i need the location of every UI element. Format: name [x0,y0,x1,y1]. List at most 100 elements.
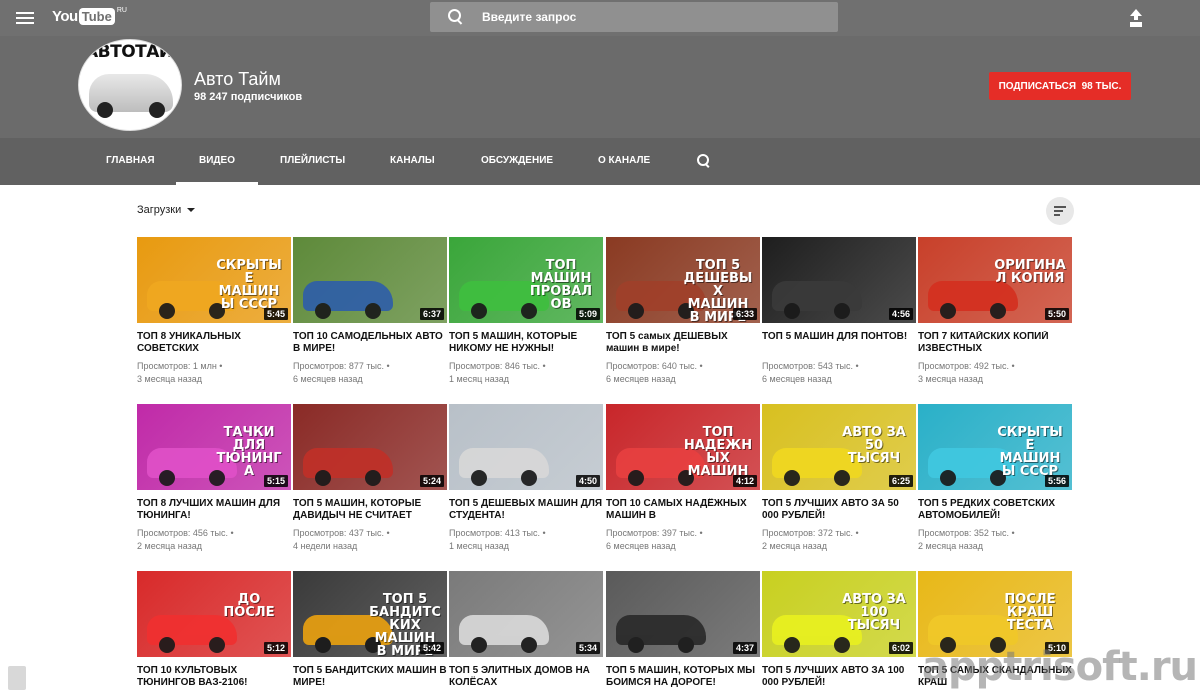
video-thumbnail[interactable]: 4:56 [762,237,916,323]
video-meta: Просмотров: 543 тыс. • 6 месяцев назад [762,360,916,386]
video-title[interactable]: ТОП 5 ЛУЧШИХ АВТО ЗА 50 000 РУБЛЕЙ! [762,498,916,522]
video-card[interactable]: АВТО ЗА 50 ТЫСЯЧ 6:25 ТОП 5 ЛУЧШИХ АВТО ЗА… [762,404,916,553]
tab-home[interactable]: ГЛАВНАЯ [106,138,155,185]
video-card[interactable]: ТАЧКИ ДЛЯ ТЮНИНГА 5:15 ТОП 8 ЛУЧШИХ МАШИН … [137,404,291,553]
video-title[interactable]: ТОП 5 МАШИН, КОТОРЫЕ НИКОМУ НЕ НУЖНЫ! [449,331,603,355]
video-card[interactable]: ДО ПОСЛЕ 5:12 ТОП 10 КУЛЬТОВЫХ ТЮНИНГОВ ВА… [137,571,291,694]
thumbnail-car-image [303,281,393,319]
video-card[interactable]: ТОП 5 БАНДИТСКИХ МАШИН В МИРЕ 5:42 ТОП 5 Б… [293,571,447,694]
video-title[interactable]: ТОП 5 ЭЛИТНЫХ ДОМОВ НА КОЛЁСАХ [449,665,603,689]
video-thumbnail[interactable]: ТОП МАШИН ПРОВАЛОВ 5:09 [449,237,603,323]
video-duration: 5:24 [419,475,444,487]
video-title[interactable]: ТОП 5 МАШИН, КОТОРЫЕ ДАВИДЫЧ НЕ СЧИТАЕТ [293,498,447,522]
channel-name: Авто Тайм [194,69,281,89]
video-views: Просмотров: 492 тыс. • [918,361,1015,371]
video-date: 3 месяца назад [137,374,202,384]
video-thumbnail[interactable]: ТОП 5 БАНДИТСКИХ МАШИН В МИРЕ 5:42 [293,571,447,657]
video-duration: 5:09 [575,308,600,320]
video-meta: Просмотров: 846 тыс. • 1 месяц назад [449,360,603,386]
caret-down-icon [187,208,196,212]
video-duration: 6:37 [419,308,444,320]
video-title[interactable]: ТОП 5 ЛУЧШИХ АВТО ЗА 100 000 РУБЛЕЙ! [762,665,916,689]
tab-playlists[interactable]: ПЛЕЙЛИСТЫ [280,138,345,185]
upload-icon[interactable] [1128,9,1144,25]
video-duration: 5:12 [263,642,288,654]
thumbnail-caption: ДО ПОСЛЕ [223,592,275,620]
thumbnail-caption: СКРЫТЫЕ МАШИНЫ СССР [997,425,1063,479]
thumbnail-caption: АВТО ЗА 50 ТЫСЯЧ [842,425,906,466]
video-card[interactable]: АВТО ЗА 100 ТЫСЯЧ 6:02 ТОП 5 ЛУЧШИХ АВТО З… [762,571,916,694]
tab-videos[interactable]: ВИДЕО [176,138,258,185]
youtube-logo[interactable]: You Tube RU [52,7,127,28]
tab-about[interactable]: О КАНАЛЕ [598,138,650,185]
video-card[interactable]: ТОП НАДЕЖНЫХ МАШИН 4:12 ТОП 10 САМЫХ НАДЁЖ… [606,404,760,553]
video-card[interactable]: 6:37 ТОП 10 САМОДЕЛЬНЫХ АВТО В МИРЕ! Просм… [293,237,447,386]
video-views: Просмотров: 1 млн • [137,361,223,371]
video-title[interactable]: ТОП 7 КИТАЙСКИХ КОПИЙ ИЗВЕСТНЫХ [918,331,1072,355]
video-views: Просмотров: 352 тыс. • [918,528,1015,538]
video-title[interactable]: ТОП 10 САМЫХ НАДЁЖНЫХ МАШИН В [606,498,760,522]
video-duration: 4:37 [732,642,757,654]
video-date: 6 месяцев назад [606,374,676,384]
tab-channels[interactable]: КАНАЛЫ [390,138,435,185]
video-title[interactable]: ТОП 10 КУЛЬТОВЫХ ТЮНИНГОВ ВАЗ-2106! [137,665,291,689]
video-card[interactable]: 4:56 ТОП 5 МАШИН ДЛЯ ПОНТОВ! Просмотров: 5… [762,237,916,386]
thumbnail-caption: ТАЧКИ ДЛЯ ТЮНИНГА [216,425,282,479]
sort-icon[interactable] [1046,197,1074,225]
video-thumbnail[interactable]: АВТО ЗА 50 ТЫСЯЧ 6:25 [762,404,916,490]
video-meta: Просмотров: 372 тыс. • 2 месяца назад [762,527,916,553]
video-card[interactable]: СКРЫТЫЕ МАШИНЫ СССР 5:45 ТОП 8 УНИКАЛЬНЫХ … [137,237,291,386]
video-thumbnail[interactable]: 4:50 [449,404,603,490]
tab-discussion[interactable]: ОБСУЖДЕНИЕ [481,138,553,185]
hamburger-menu-icon[interactable] [16,9,34,27]
video-thumbnail[interactable]: ТОП 5 ДЕШЕВЫХ МАШИН В МИРЕ 6:33 [606,237,760,323]
video-thumbnail[interactable]: ОРИГИНАЛ КОПИЯ 5:50 [918,237,1072,323]
uploads-dropdown[interactable]: Загрузки [137,204,196,216]
video-meta: Просмотров: 456 тыс. • 2 месяца назад [137,527,291,553]
video-thumbnail[interactable]: 6:37 [293,237,447,323]
video-title[interactable]: ТОП 10 САМОДЕЛЬНЫХ АВТО В МИРЕ! [293,331,447,355]
thumbnail-car-image [616,615,706,653]
video-duration: 5:34 [575,642,600,654]
video-card[interactable]: ОРИГИНАЛ КОПИЯ 5:50 ТОП 7 КИТАЙСКИХ КОПИЙ … [918,237,1072,386]
subscribe-button[interactable]: ПОДПИСАТЬСЯ 98 ТЫС. [989,72,1131,100]
video-card[interactable]: 5:24 ТОП 5 МАШИН, КОТОРЫЕ ДАВИДЫЧ НЕ СЧИТ… [293,404,447,553]
thumbnail-caption: ОРИГИНАЛ КОПИЯ [994,258,1066,286]
thumbnail-caption: АВТО ЗА 100 ТЫСЯЧ [842,592,906,633]
video-thumbnail[interactable]: АВТО ЗА 100 ТЫСЯЧ 6:02 [762,571,916,657]
video-card[interactable]: 5:34 ТОП 5 ЭЛИТНЫХ ДОМОВ НА КОЛЁСАХ [449,571,603,694]
video-thumbnail[interactable]: 5:34 [449,571,603,657]
search-box[interactable] [430,2,838,32]
video-title[interactable]: ТОП 8 УНИКАЛЬНЫХ СОВЕТСКИХ [137,331,291,355]
video-thumbnail[interactable]: 4:37 [606,571,760,657]
video-card[interactable]: СКРЫТЫЕ МАШИНЫ СССР 5:56 ТОП 5 РЕДКИХ СОВЕ… [918,404,1072,553]
video-title[interactable]: ТОП 8 ЛУЧШИХ МАШИН ДЛЯ ТЮНИНГА! [137,498,291,522]
video-title[interactable]: ТОП 5 МАШИН ДЛЯ ПОНТОВ! [762,331,916,355]
video-thumbnail[interactable]: СКРЫТЫЕ МАШИНЫ СССР 5:56 [918,404,1072,490]
video-thumbnail[interactable]: ТОП НАДЕЖНЫХ МАШИН 4:12 [606,404,760,490]
video-title[interactable]: ТОП 5 самых ДЕШЕВЫХ машин в мире! [606,331,760,355]
video-title[interactable]: ТОП 5 МАШИН, КОТОРЫХ МЫ БОИМСЯ НА ДОРОГЕ… [606,665,760,689]
video-card[interactable]: ТОП МАШИН ПРОВАЛОВ 5:09 ТОП 5 МАШИН, КОТОР… [449,237,603,386]
video-thumbnail[interactable]: ДО ПОСЛЕ 5:12 [137,571,291,657]
watermark: apptrisoft.ru [922,644,1198,690]
channel-search-icon[interactable] [697,154,711,168]
video-meta: Просмотров: 437 тыс. • 4 недели назад [293,527,447,553]
video-date: 6 месяцев назад [293,374,363,384]
video-duration: 5:45 [263,308,288,320]
video-thumbnail[interactable]: ТАЧКИ ДЛЯ ТЮНИНГА 5:15 [137,404,291,490]
video-duration: 5:56 [1044,475,1069,487]
video-title[interactable]: ТОП 5 ДЕШЕВЫХ МАШИН ДЛЯ СТУДЕНТА! [449,498,603,522]
video-card[interactable]: 4:50 ТОП 5 ДЕШЕВЫХ МАШИН ДЛЯ СТУДЕНТА! Про… [449,404,603,553]
search-input[interactable] [482,10,822,24]
video-thumbnail[interactable]: 5:24 [293,404,447,490]
video-card[interactable]: ТОП 5 ДЕШЕВЫХ МАШИН В МИРЕ 6:33 ТОП 5 самы… [606,237,760,386]
video-card[interactable]: 4:37 ТОП 5 МАШИН, КОТОРЫХ МЫ БОИМСЯ НА ДО… [606,571,760,694]
video-date: 3 месяца назад [918,374,983,384]
search-icon[interactable] [448,9,464,25]
video-thumbnail[interactable]: СКРЫТЫЕ МАШИНЫ СССР 5:45 [137,237,291,323]
channel-avatar[interactable]: АВТОТАЙМ [78,39,182,131]
corner-icon[interactable] [8,666,26,690]
video-title[interactable]: ТОП 5 БАНДИТСКИХ МАШИН В МИРЕ! [293,665,447,689]
video-title[interactable]: ТОП 5 РЕДКИХ СОВЕТСКИХ АВТОМОБИЛЕЙ! [918,498,1072,522]
